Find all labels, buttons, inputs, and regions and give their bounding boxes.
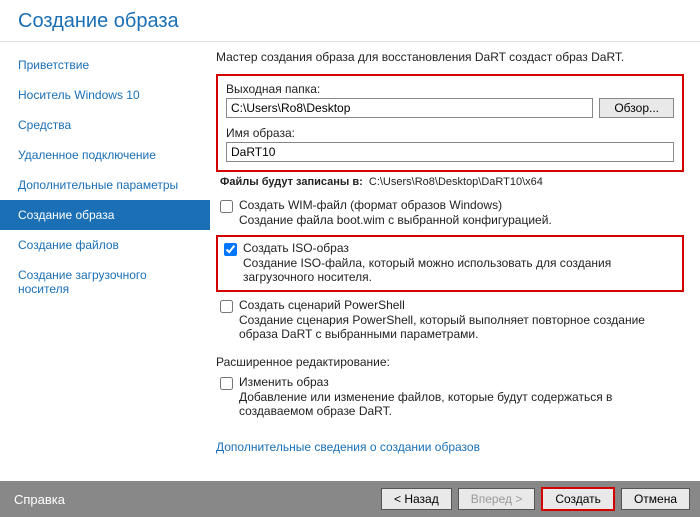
option-edit-image-title: Изменить образ xyxy=(239,375,680,389)
image-name-input[interactable] xyxy=(226,142,674,162)
output-folder-input[interactable] xyxy=(226,98,593,118)
option-edit-image-checkbox[interactable] xyxy=(220,377,233,390)
option-powershell-desc: Создание сценария PowerShell, который вы… xyxy=(239,313,680,341)
sidebar-item-bootable[interactable]: Создание загрузочного носителя xyxy=(0,260,210,304)
sidebar-item-tools[interactable]: Средства xyxy=(0,110,210,140)
output-folder-label: Выходная папка: xyxy=(226,82,674,96)
image-name-label: Имя образа: xyxy=(226,126,674,140)
option-wim-checkbox[interactable] xyxy=(220,200,233,213)
option-iso-checkbox[interactable] xyxy=(224,243,237,256)
option-iso-box: Создать ISO-образ Создание ISO-файла, ко… xyxy=(216,235,684,292)
option-powershell-checkbox[interactable] xyxy=(220,300,233,313)
option-iso-desc: Создание ISO-файла, который можно исполь… xyxy=(243,256,676,284)
help-link[interactable]: Справка xyxy=(10,492,65,507)
sidebar-item-create-image[interactable]: Создание образа xyxy=(0,200,210,230)
option-powershell: Создать сценарий PowerShell Создание сце… xyxy=(216,296,684,347)
sidebar-item-media[interactable]: Носитель Windows 10 xyxy=(0,80,210,110)
page-title: Создание образа xyxy=(18,10,682,33)
output-settings-box: Выходная папка: Обзор... Имя образа: xyxy=(216,74,684,172)
cancel-button[interactable]: Отмена xyxy=(621,488,690,510)
content-panel: Мастер создания образа для восстановлени… xyxy=(210,42,700,467)
option-powershell-title: Создать сценарий PowerShell xyxy=(239,298,680,312)
option-edit-image-desc: Добавление или изменение файлов, которые… xyxy=(239,390,680,418)
create-button[interactable]: Создать xyxy=(541,487,615,511)
sidebar-item-advanced[interactable]: Дополнительные параметры xyxy=(0,170,210,200)
sidebar: Приветствие Носитель Windows 10 Средства… xyxy=(0,42,210,467)
option-wim-desc: Создание файла boot.wim с выбранной конф… xyxy=(239,213,680,227)
next-button: Вперед > xyxy=(458,488,536,510)
option-iso-title: Создать ISO-образ xyxy=(243,241,676,255)
option-wim: Создать WIM-файл (формат образов Windows… xyxy=(216,196,684,233)
browse-button[interactable]: Обзор... xyxy=(599,98,674,118)
option-wim-title: Создать WIM-файл (формат образов Windows… xyxy=(239,198,680,212)
advanced-editing-title: Расширенное редактирование: xyxy=(216,355,684,369)
intro-text: Мастер создания образа для восстановлени… xyxy=(216,50,684,64)
files-written-info: Файлы будут записаны в: C:\Users\Ro8\Des… xyxy=(220,176,684,188)
sidebar-item-remote[interactable]: Удаленное подключение xyxy=(0,140,210,170)
more-info-link[interactable]: Дополнительные сведения о создании образ… xyxy=(216,440,480,454)
back-button[interactable]: < Назад xyxy=(381,488,452,510)
option-edit-image: Изменить образ Добавление или изменение … xyxy=(216,373,684,424)
sidebar-item-welcome[interactable]: Приветствие xyxy=(0,50,210,80)
sidebar-item-create-files[interactable]: Создание файлов xyxy=(0,230,210,260)
footer-bar: Справка < Назад Вперед > Создать Отмена xyxy=(0,481,700,517)
